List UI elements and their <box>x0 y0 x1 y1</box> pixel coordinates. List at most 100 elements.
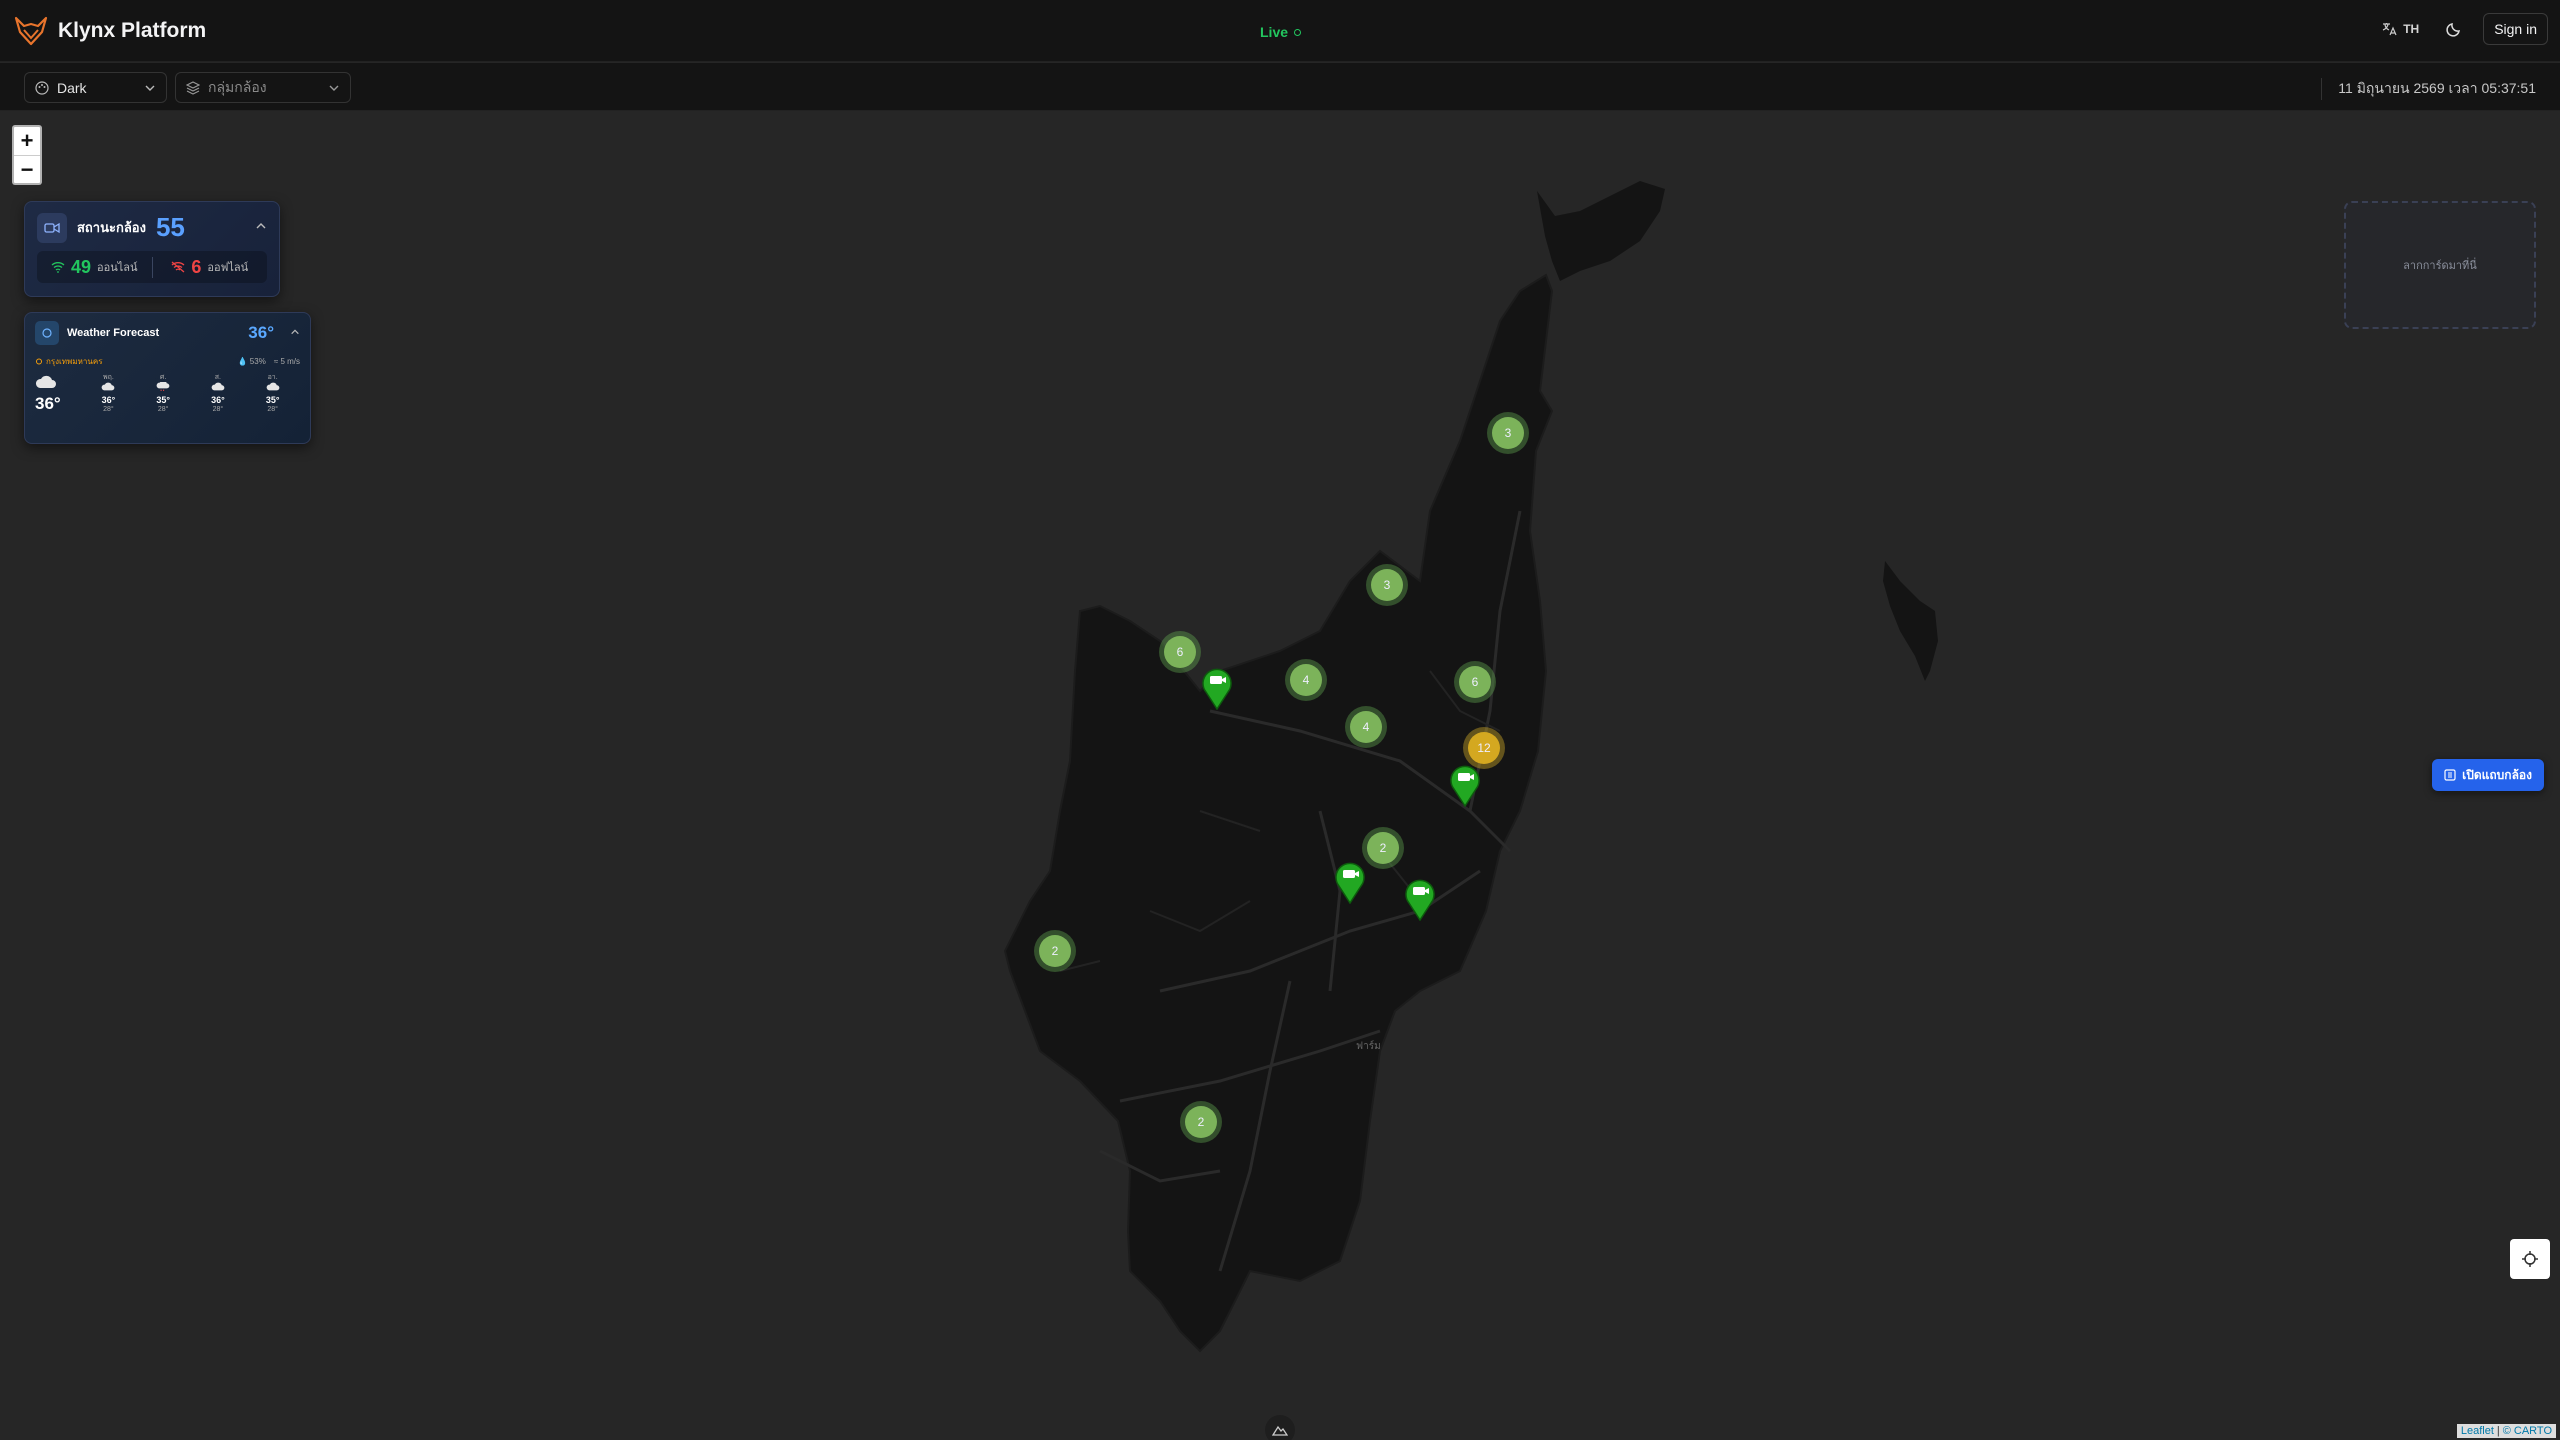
online-count: 49 <box>70 256 91 277</box>
bottom-panel-handle[interactable] <box>1265 1415 1295 1440</box>
forecast-day-name: พฤ. <box>102 374 114 381</box>
weather-location-name: กรุงเทพมหานคร <box>46 357 103 366</box>
forecast-high: 36° <box>211 394 225 405</box>
wind-text: 5 m/s <box>280 357 300 366</box>
app-title: Klynx Platform <box>58 19 207 42</box>
camera-group-placeholder: กลุ่มกล้อง <box>208 78 267 95</box>
offline-stat: 6 ออฟไลน์ <box>151 256 268 278</box>
cluster-count: 3 <box>1492 417 1524 449</box>
toolbar: Dark กลุ่มกล้อง 11 มิถุนายน 2569 เวลา 05… <box>0 63 2560 111</box>
language-label: TH <box>2403 22 2420 36</box>
humidity-value: 💧 53% <box>237 357 266 366</box>
weather-forecast-card[interactable]: Weather Forecast 36° กรุงเทพมหานคร 💧 53%… <box>24 312 311 444</box>
forecast-high: 35° <box>265 394 280 405</box>
language-button[interactable]: TH <box>2375 17 2425 41</box>
humidity-text: 53% <box>249 357 266 366</box>
live-label: Live <box>1260 24 1289 40</box>
forecast-day: ส. 36° 28° <box>191 374 246 414</box>
brand[interactable]: Klynx Platform <box>14 16 206 46</box>
camera-cluster[interactable]: 4 <box>1285 659 1327 701</box>
forecast-low: 28° <box>212 405 224 413</box>
card-drop-zone[interactable]: ลากการ์ดมาที่นี่ <box>2344 201 2536 329</box>
weather-current-temp: 36° <box>248 323 274 342</box>
current-datetime: 11 มิถุนายน 2569 เวลา 05:37:51 <box>2321 78 2536 100</box>
wifi-icon <box>51 262 65 273</box>
cloud-icon <box>266 382 279 391</box>
cluster-count: 2 <box>1185 1106 1217 1138</box>
zoom-out-button[interactable]: − <box>14 155 40 183</box>
chevron-up-icon[interactable] <box>290 327 300 340</box>
forecast-day-name: ศ. <box>159 374 167 381</box>
map-area[interactable]: ฟาร์ม 3 3 6 4 6 4 12 2 2 2 + − สถานะกล้อ… <box>0 111 2560 1440</box>
online-label: ออนไลน์ <box>97 262 138 274</box>
open-camera-panel-button[interactable]: เปิดแถบกล้อง <box>2432 759 2544 791</box>
camera-pin-icon[interactable] <box>1448 761 1482 807</box>
camera-cluster[interactable]: 3 <box>1487 412 1529 454</box>
live-indicator: Live <box>1260 24 1302 40</box>
palette-icon <box>35 80 49 95</box>
cluster-count: 6 <box>1164 636 1196 668</box>
cluster-count: 2 <box>1039 935 1071 967</box>
leaflet-link[interactable]: Leaflet <box>2461 1425 2494 1437</box>
cluster-count: 12 <box>1468 732 1500 764</box>
forecast-low: 28° <box>157 405 169 413</box>
camera-cluster[interactable]: 2 <box>1034 930 1076 972</box>
camera-cluster[interactable]: 6 <box>1159 631 1201 673</box>
weather-now-temp: 36° <box>35 393 61 413</box>
chevron-down-icon <box>329 85 339 91</box>
open-camera-panel-label: เปิดแถบกล้อง <box>2462 767 2532 782</box>
camera-group-select[interactable]: กลุ่มกล้อง <box>175 72 351 103</box>
moon-icon <box>2446 23 2461 37</box>
sign-in-button[interactable]: Sign in <box>2483 13 2548 45</box>
theme-toggle-button[interactable] <box>2439 14 2469 44</box>
attribution-separator: | <box>2496 1425 2500 1437</box>
panel-icon <box>2444 769 2456 781</box>
camera-status-card[interactable]: สถานะกล้อง 55 49 ออนไลน์ 6 ออฟไลน์ <box>24 201 280 297</box>
cloud-icon <box>211 382 225 391</box>
camera-total-count: 55 <box>155 212 185 242</box>
cluster-count: 3 <box>1371 569 1403 601</box>
offline-count: 6 <box>191 256 202 277</box>
weather-now: 36° <box>35 375 81 414</box>
camera-cluster[interactable]: 2 <box>1362 827 1404 869</box>
weather-icon <box>35 321 59 345</box>
camera-cluster[interactable]: 4 <box>1345 706 1387 748</box>
forecast-low: 28° <box>103 405 114 413</box>
camera-status-title: สถานะกล้อง <box>77 220 146 235</box>
mountain-icon <box>1272 1425 1288 1436</box>
camera-pin-icon[interactable] <box>1403 875 1437 921</box>
cluster-count: 4 <box>1350 711 1382 743</box>
camera-pin-icon[interactable] <box>1200 664 1234 710</box>
online-stat: 49 ออนไลน์ <box>37 257 152 278</box>
zoom-in-button[interactable]: + <box>14 127 40 155</box>
layers-icon <box>186 80 200 95</box>
cloud-icon <box>35 375 56 388</box>
locate-button[interactable] <box>2510 1239 2550 1279</box>
camera-cluster[interactable]: 2 <box>1180 1101 1222 1143</box>
camera-cluster[interactable]: 3 <box>1366 564 1408 606</box>
top-header: Klynx Platform Live TH Sign in <box>0 0 2560 62</box>
forecast-low: 28° <box>267 405 278 413</box>
chevron-up-icon[interactable] <box>255 220 267 235</box>
forecast-day: พฤ. 36° 28° <box>81 374 136 414</box>
wifi-off-icon <box>171 261 185 273</box>
weather-location: กรุงเทพมหานคร <box>35 355 102 368</box>
wind-value: ≈ 5 m/s <box>273 357 300 366</box>
live-dot-icon <box>1294 28 1302 36</box>
fox-logo-icon <box>14 16 48 46</box>
carto-link[interactable]: © CARTO <box>2503 1425 2552 1437</box>
island-map: ฟาร์ม <box>1003 181 1938 1353</box>
cluster-count: 2 <box>1367 832 1399 864</box>
location-pin-icon <box>36 358 42 364</box>
video-camera-icon <box>37 212 67 243</box>
map-theme-value: Dark <box>57 79 87 96</box>
camera-pin-icon[interactable] <box>1333 858 1367 904</box>
forecast-day-name: ส. <box>214 374 221 381</box>
zoom-control: + − <box>12 125 42 185</box>
cluster-count: 4 <box>1290 664 1322 696</box>
forecast-high: 35° <box>156 394 170 405</box>
camera-cluster[interactable]: 6 <box>1454 661 1496 703</box>
map-theme-select[interactable]: Dark <box>24 72 167 103</box>
map-attribution: Leaflet | © CARTO <box>2456 1424 2556 1438</box>
forecast-day-name: อา. <box>267 374 278 381</box>
